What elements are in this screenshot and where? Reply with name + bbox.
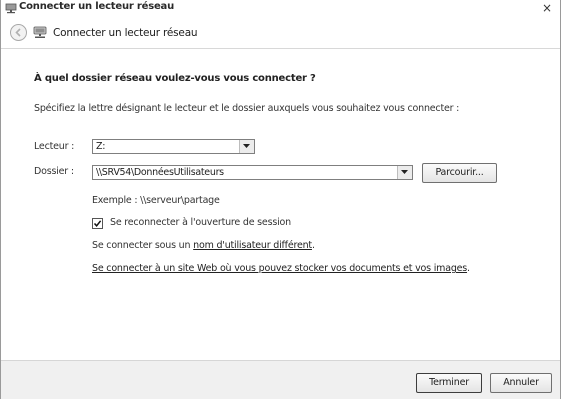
close-icon: × — [541, 1, 553, 15]
reconnect-checkbox[interactable] — [92, 218, 103, 229]
chevron-down-icon — [243, 144, 250, 148]
folder-path-value: \\SRV54\DonnéesUtilisateurs — [96, 167, 224, 178]
browse-button[interactable]: Parcourir... — [422, 163, 497, 183]
network-drive-icon — [5, 3, 17, 14]
map-network-drive-dialog: Connecter un lecteur réseau × Connecter … — [0, 0, 561, 399]
folder-label: Dossier : — [34, 166, 74, 177]
close-button[interactable]: × — [540, 1, 554, 15]
main-content: À quel dossier réseau voulez-vous vous c… — [1, 49, 560, 360]
drive-letter-select[interactable]: Z: — [92, 139, 255, 154]
network-drive-icon — [33, 26, 47, 38]
dropdown-button[interactable] — [239, 140, 254, 153]
page-title: Connecter un lecteur réseau — [53, 27, 198, 39]
back-button[interactable] — [10, 24, 27, 41]
drive-letter-value: Z: — [96, 141, 106, 152]
back-arrow-icon — [15, 28, 21, 37]
reconnect-label[interactable]: Se reconnecter à l'ouverture de session — [110, 217, 291, 228]
window-title: Connecter un lecteur réseau — [19, 1, 175, 12]
website-suffix: . — [467, 263, 470, 274]
website-line: Se connecter à un site Web où vous pouve… — [92, 263, 470, 274]
other-user-line: Se connecter sous un nom d'utilisateur d… — [92, 240, 315, 251]
folder-path-combobox[interactable]: \\SRV54\DonnéesUtilisateurs — [92, 165, 413, 180]
checkmark-icon — [93, 220, 102, 227]
chevron-down-icon — [401, 170, 408, 174]
navigation-bar: Connecter un lecteur réseau — [1, 18, 560, 49]
title-bar[interactable]: Connecter un lecteur réseau × — [1, 0, 560, 18]
finish-button[interactable]: Terminer — [416, 373, 482, 393]
other-user-link[interactable]: nom d'utilisateur différent — [193, 240, 312, 251]
instruction-text: Spécifiez la lettre désignant le lecteur… — [34, 103, 460, 114]
dialog-footer: Terminer Annuler — [1, 360, 560, 399]
dropdown-button[interactable] — [397, 166, 412, 179]
other-user-prefix: Se connecter sous un — [92, 240, 194, 251]
drive-label: Lecteur : — [34, 141, 75, 152]
example-text: Exemple : \\serveur\partage — [92, 195, 220, 206]
other-user-suffix: . — [311, 240, 315, 251]
website-link[interactable]: Se connecter à un site Web où vous pouve… — [92, 263, 467, 274]
question-heading: À quel dossier réseau voulez-vous vous c… — [34, 73, 316, 84]
cancel-button[interactable]: Annuler — [490, 373, 552, 393]
